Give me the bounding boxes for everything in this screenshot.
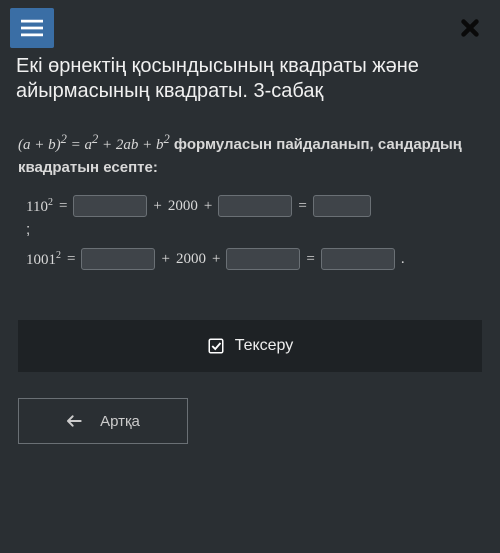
menu-button[interactable]: [10, 8, 54, 48]
check-icon: [207, 337, 225, 355]
eq2-base: 10012: [26, 250, 61, 269]
equation-1: 1102 = + 2000 + =: [18, 195, 482, 217]
close-icon: [459, 17, 481, 39]
close-button[interactable]: [450, 8, 490, 48]
eq2-middle: 2000: [176, 251, 206, 268]
eq2-blank2[interactable]: [226, 248, 300, 270]
equation-2: 10012 = + 2000 + = .: [18, 248, 482, 270]
eq1-blank3[interactable]: [313, 195, 371, 217]
eq1-base: 1102: [26, 197, 53, 216]
instruction-text: (a + b)2 = a2 + 2ab + b2 формуласын пайд…: [18, 130, 482, 179]
eq2-plus2: +: [212, 251, 220, 268]
eq2-terminator: .: [401, 251, 405, 268]
check-label: Тексеру: [235, 337, 294, 355]
eq2-plus1: +: [161, 251, 169, 268]
check-button[interactable]: Тексеру: [18, 320, 482, 372]
eq2-equals: =: [67, 251, 75, 268]
eq1-terminator: ;: [18, 221, 482, 238]
eq2-blank3[interactable]: [321, 248, 395, 270]
formula-sup3: 2: [164, 132, 170, 146]
eq1-plus1: +: [153, 198, 161, 215]
arrow-left-icon: [66, 414, 82, 428]
eq2-blank1[interactable]: [81, 248, 155, 270]
eq1-blank1[interactable]: [73, 195, 147, 217]
eq2-equals2: =: [306, 251, 314, 268]
back-label: Артқа: [100, 413, 140, 430]
eq1-equals: =: [59, 198, 67, 215]
formula-lhs: (a + b): [18, 137, 61, 153]
content-area: (a + b)2 = a2 + 2ab + b2 формуласын пайд…: [0, 114, 500, 294]
page-title: Екі өрнектің қосындысының квадраты және …: [0, 52, 500, 114]
eq1-plus2: +: [204, 198, 212, 215]
formula-eq: = a: [67, 137, 92, 153]
header-bar: [0, 0, 500, 52]
back-button[interactable]: Артқа: [18, 398, 188, 444]
formula-mid: + 2ab + b: [98, 137, 163, 153]
eq1-blank2[interactable]: [218, 195, 292, 217]
menu-icon: [21, 19, 43, 37]
eq1-equals2: =: [298, 198, 306, 215]
eq1-middle: 2000: [168, 198, 198, 215]
